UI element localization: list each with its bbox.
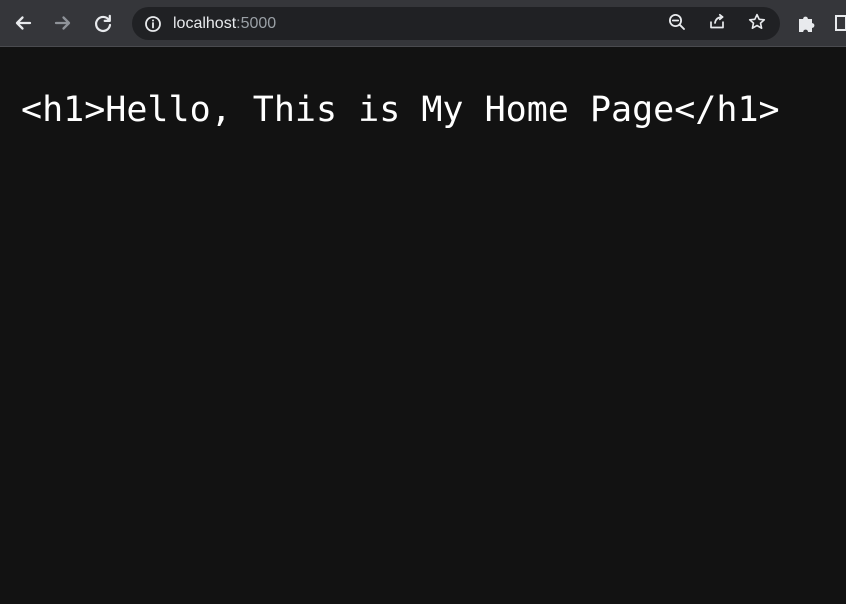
reload-icon (92, 12, 114, 34)
share-icon (707, 12, 727, 37)
puzzle-piece-icon (795, 16, 817, 38)
forward-button[interactable] (49, 9, 77, 37)
bookmark-button[interactable] (746, 13, 768, 35)
extensions-button[interactable] (795, 12, 817, 34)
side-panel-button[interactable] (834, 13, 846, 33)
page-html-text: <h1>Hello, This is My Home Page</h1> (21, 90, 780, 130)
info-icon[interactable] (144, 15, 162, 33)
forward-arrow-icon (52, 12, 74, 34)
browser-toolbar: localhost:5000 (0, 0, 846, 47)
url-text[interactable]: localhost:5000 (173, 14, 276, 33)
share-button[interactable] (706, 13, 728, 35)
zoom-out-icon (667, 12, 687, 37)
browser-window: localhost:5000 <h1>Hello, This is My Hom… (0, 0, 846, 604)
reload-button[interactable] (89, 9, 117, 37)
page-content: <h1>Hello, This is My Home Page</h1> (0, 47, 846, 604)
url-port: :5000 (236, 15, 277, 32)
back-button[interactable] (9, 9, 37, 37)
back-arrow-icon (12, 12, 34, 34)
bookmark-star-icon (747, 12, 767, 37)
zoom-button[interactable] (666, 13, 688, 35)
address-bar[interactable]: localhost:5000 (132, 7, 780, 40)
side-panel-icon (834, 15, 846, 37)
url-host: localhost (173, 15, 237, 32)
